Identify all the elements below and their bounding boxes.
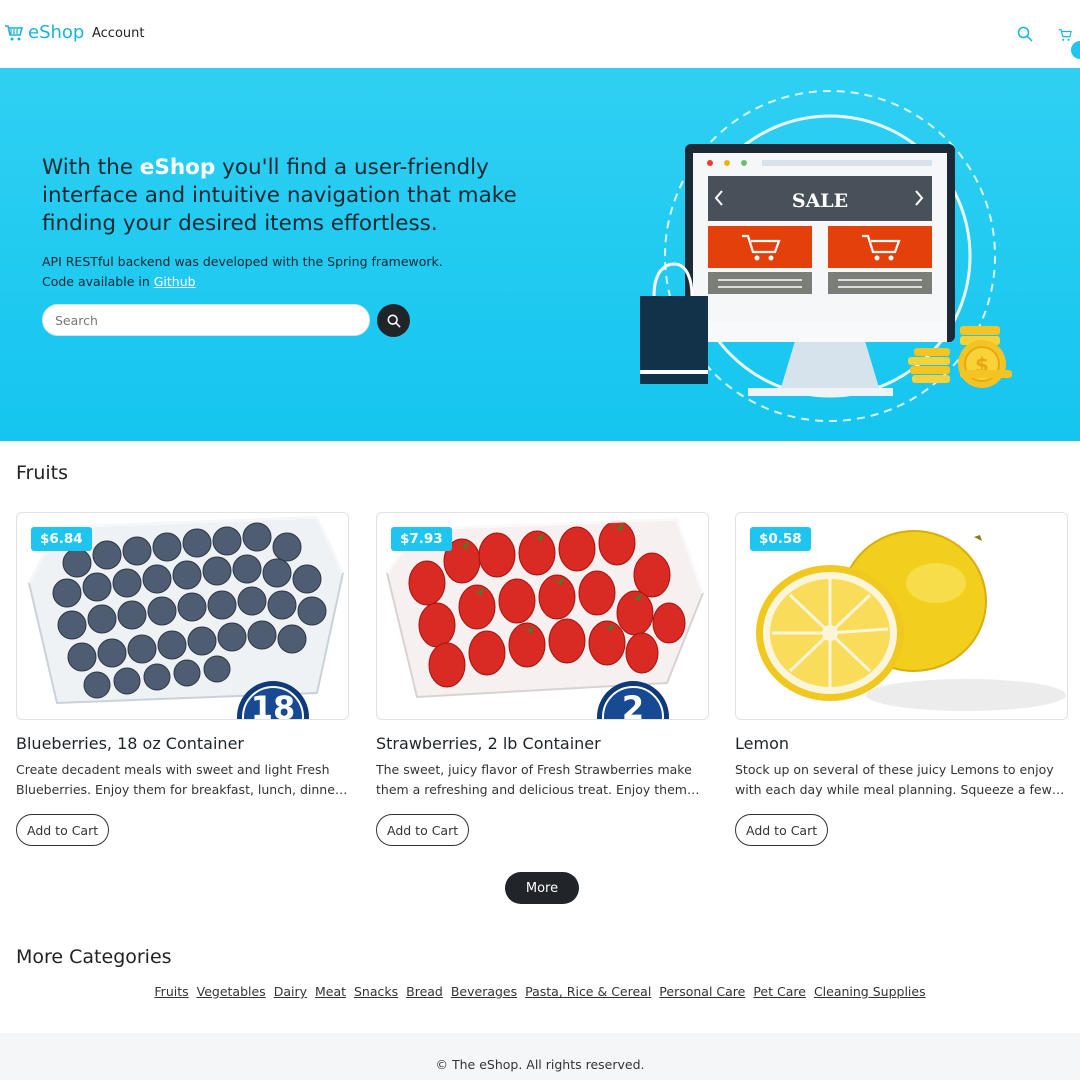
size-badge: 2	[622, 689, 644, 720]
search-icon	[387, 314, 401, 328]
hero-brand: eShop	[139, 155, 216, 180]
category-link-dairy[interactable]: Dairy	[274, 984, 307, 999]
category-link-pasta-rice-cereal[interactable]: Pasta, Rice & Cereal	[525, 984, 651, 999]
product-name[interactable]: Strawberries, 2 lb Container	[376, 734, 601, 753]
github-link[interactable]: Github	[154, 274, 196, 289]
product-name[interactable]: Lemon	[735, 734, 789, 753]
navbar: eShop Account	[0, 0, 1080, 68]
price-badge: $6.84	[31, 527, 92, 551]
brand-logo[interactable]: eShop	[4, 22, 84, 43]
category-link-pet-care[interactable]: Pet Care	[753, 984, 806, 999]
add-to-cart-button[interactable]: Add to Cart	[735, 814, 829, 846]
more-categories-title: More Categories	[16, 946, 172, 968]
cart-icon	[5, 24, 24, 40]
search-button[interactable]	[377, 304, 410, 337]
footer: © The eShop. All rights reserved.	[0, 1033, 1080, 1080]
footer-copyright: © The eShop. All rights reserved.	[435, 1057, 645, 1072]
category-link-cleaning-supplies[interactable]: Cleaning Supplies	[814, 984, 926, 999]
category-link-snacks[interactable]: Snacks	[354, 984, 398, 999]
product-name[interactable]: Blueberries, 18 oz Container	[16, 734, 244, 753]
category-link-fruits[interactable]: Fruits	[154, 984, 188, 999]
price-badge: $7.93	[391, 527, 452, 551]
category-link-bread[interactable]: Bread	[406, 984, 443, 999]
product-card[interactable]: $0.58 Lemon Stock up on several of these…	[735, 512, 1068, 846]
category-link-personal-care[interactable]: Personal Care	[659, 984, 745, 999]
search-input[interactable]	[43, 305, 369, 335]
cart-icon[interactable]	[1058, 28, 1072, 42]
more-button[interactable]: More	[505, 872, 579, 904]
hero-description: API RESTful backend was developed with t…	[42, 254, 443, 289]
product-card[interactable]: 2 $7.93 Strawberries, 2 lb Container The…	[376, 512, 709, 846]
category-link-beverages[interactable]: Beverages	[451, 984, 517, 999]
nav-account-link[interactable]: Account	[92, 26, 145, 41]
product-image[interactable]: 2 $7.93	[376, 512, 709, 720]
fruits-section-title: Fruits	[16, 462, 69, 484]
shopping-illustration: SALE $	[640, 90, 1012, 422]
brand-name: eShop	[28, 22, 85, 43]
hero-title: With the eShop you'll find a user-friend…	[42, 155, 517, 236]
hero-banner: With the eShop you'll find a user-friend…	[0, 68, 1080, 441]
add-to-cart-button[interactable]: Add to Cart	[16, 814, 110, 846]
sale-label: SALE	[792, 190, 848, 212]
add-to-cart-button[interactable]: Add to Cart	[376, 814, 470, 846]
product-description: Stock up on several of these juicy Lemon…	[735, 762, 1054, 797]
product-image[interactable]: $0.58	[735, 512, 1068, 720]
product-image[interactable]: 18 $6.84	[16, 512, 349, 720]
cart-count-badge	[1071, 41, 1080, 59]
search-icon[interactable]	[1017, 26, 1033, 42]
product-description: The sweet, juicy flavor of Fresh Strawbe…	[376, 762, 692, 797]
price-badge: $0.58	[750, 527, 811, 551]
category-link-meat[interactable]: Meat	[315, 984, 346, 999]
product-card[interactable]: 18 $6.84 Blueberries, 18 oz Container Cr…	[16, 512, 349, 846]
product-description: Create decadent meals with sweet and lig…	[16, 762, 345, 797]
hero-search-box	[42, 304, 370, 336]
category-link-vegetables[interactable]: Vegetables	[197, 984, 266, 999]
size-badge: 18	[251, 689, 296, 720]
category-links: Fruits Vegetables Dairy Meat Snacks Brea…	[0, 984, 1080, 999]
